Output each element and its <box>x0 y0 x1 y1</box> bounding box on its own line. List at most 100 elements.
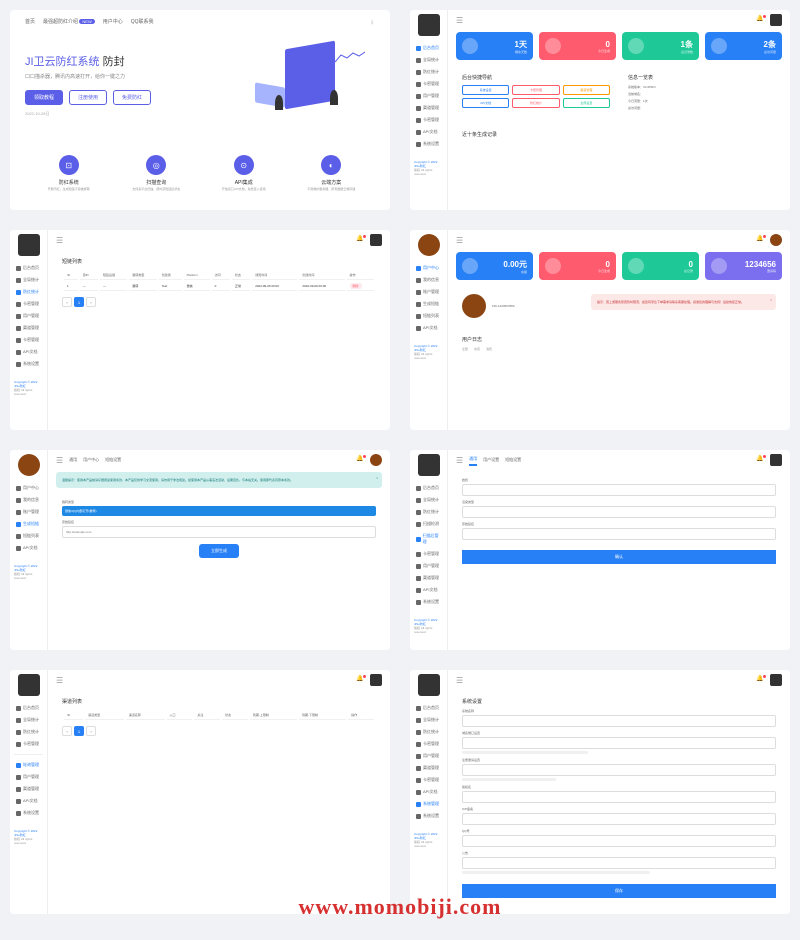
sidebar-item[interactable]: 生成短链 <box>14 518 43 530</box>
sidebar-item[interactable]: 卡密管理 <box>414 548 443 560</box>
table-row[interactable]: 1——跳转Test微信0正常2022-09-09 00:002022-09-09… <box>64 282 374 291</box>
sidebar-item[interactable]: 用户管理 <box>414 560 443 572</box>
btn-tutorial[interactable]: 领取教程 <box>25 90 63 105</box>
sidebar-item[interactable]: 用户管理 <box>14 310 43 322</box>
form-input[interactable] <box>462 506 776 518</box>
sidebar-item[interactable]: 系统设置 <box>414 810 443 822</box>
top-avatar[interactable] <box>770 234 782 246</box>
sidebar-item[interactable]: 卡密管理 <box>414 114 443 126</box>
submit-button[interactable]: 立即生成 <box>199 544 239 558</box>
close-icon[interactable]: × <box>770 298 772 302</box>
sidebar-item[interactable]: 用户中心 <box>414 262 443 274</box>
sidebar-item[interactable]: 全局统计 <box>14 274 43 286</box>
btn-free[interactable]: 免费防红 <box>113 90 151 105</box>
avatar[interactable] <box>418 234 440 256</box>
submit-button[interactable]: 确认 <box>462 550 776 564</box>
sidebar-item[interactable]: 渠道管理 <box>14 322 43 334</box>
sidebar-item[interactable]: 系统设置 <box>14 358 43 370</box>
form-input[interactable] <box>462 835 776 847</box>
sidebar-item[interactable]: 系统设置 <box>414 596 443 608</box>
sidebar-item[interactable]: 我的信息 <box>414 274 443 286</box>
sidebar-item[interactable]: 渠道管理 <box>14 783 43 795</box>
page-num[interactable]: 1 <box>74 726 84 736</box>
sidebar-item[interactable]: 渠道管理 <box>414 762 443 774</box>
sidebar-item[interactable]: 用户管理 <box>414 90 443 102</box>
avatar[interactable] <box>18 674 40 696</box>
hamburger-icon[interactable]: ☰ <box>56 236 63 245</box>
sidebar-item[interactable]: 渠道管理 <box>414 572 443 584</box>
bell-icon[interactable]: 🔔 <box>356 235 366 245</box>
sidebar-item[interactable]: 系统设置 <box>414 138 443 150</box>
btn-register[interactable]: 注册使用 <box>69 90 107 105</box>
sidebar-item[interactable]: 卡密管理 <box>14 738 43 750</box>
form-input[interactable] <box>462 764 776 776</box>
sidebar-item[interactable]: 卡密管理 <box>414 78 443 90</box>
quick-link[interactable]: 全局设置 <box>563 98 610 108</box>
form-input[interactable] <box>462 715 776 727</box>
sidebar-item[interactable]: 用户中心 <box>14 482 43 494</box>
avatar[interactable] <box>418 674 440 696</box>
delete-btn[interactable]: 删除 <box>350 283 362 289</box>
bell-icon[interactable]: 🔔 <box>756 15 766 25</box>
nav-item[interactable]: QQ联系我 <box>131 18 154 27</box>
submit-button[interactable]: 保存 <box>462 884 776 898</box>
top-avatar[interactable] <box>370 234 382 246</box>
top-avatar[interactable] <box>370 674 382 686</box>
form-input[interactable] <box>462 484 776 496</box>
sidebar-item[interactable]: 全局统计 <box>414 494 443 506</box>
sidebar-item[interactable]: 系统设置 <box>14 807 43 819</box>
form-input[interactable] <box>462 857 776 869</box>
top-avatar[interactable] <box>770 454 782 466</box>
bell-icon[interactable]: 🔔 <box>356 455 366 465</box>
page-num[interactable]: 1 <box>74 297 84 307</box>
sidebar-item[interactable]: 后台首页 <box>14 262 43 274</box>
page-prev[interactable]: ‹ <box>62 297 72 307</box>
sidebar-item[interactable]: API文档 <box>414 126 443 138</box>
sidebar-item[interactable]: API文档 <box>14 795 43 807</box>
top-avatar[interactable] <box>770 674 782 686</box>
sidebar-item[interactable]: 账户管理 <box>414 286 443 298</box>
nav-item[interactable]: 首页 <box>25 18 35 27</box>
sidebar-item[interactable]: API文档 <box>414 584 443 596</box>
page-next[interactable]: › <box>86 297 96 307</box>
bell-icon[interactable]: 🔔 <box>756 235 766 245</box>
hamburger-icon[interactable]: ☰ <box>456 676 463 685</box>
sidebar-item[interactable]: 后台首页 <box>14 702 43 714</box>
sidebar-item[interactable]: 全局统计 <box>14 714 43 726</box>
sidebar-item[interactable]: 我的信息 <box>14 494 43 506</box>
sidebar-item[interactable]: 全局统计 <box>414 714 443 726</box>
quick-link[interactable]: API文档 <box>462 98 509 108</box>
avatar[interactable] <box>18 454 40 476</box>
hamburger-icon[interactable]: ☰ <box>56 456 63 465</box>
sidebar-item[interactable]: API文档 <box>14 542 43 554</box>
sidebar-item[interactable]: 全局统计 <box>414 54 443 66</box>
sidebar-item[interactable]: 渠道管理 <box>414 102 443 114</box>
sidebar-item[interactable]: 扫描后管理 <box>414 530 443 548</box>
sidebar-item[interactable]: 用户管理 <box>14 771 43 783</box>
bell-icon[interactable]: 🔔 <box>756 675 766 685</box>
sidebar-item[interactable]: 后台首页 <box>414 702 443 714</box>
form-input[interactable] <box>462 528 776 540</box>
sidebar-item[interactable]: 扫描检测 <box>414 518 443 530</box>
sidebar-item[interactable]: 账户管理 <box>14 506 43 518</box>
close-icon[interactable]: × <box>376 476 378 480</box>
sidebar-item[interactable]: 系统管理 <box>414 798 443 810</box>
sidebar-item[interactable]: 后台首页 <box>414 42 443 54</box>
url-input[interactable] <box>62 526 376 538</box>
quick-link[interactable]: 系统设置 <box>462 85 509 95</box>
avatar[interactable] <box>418 14 440 36</box>
sidebar-item[interactable]: 防红统计 <box>14 286 43 298</box>
hamburger-icon[interactable]: ☰ <box>456 456 463 465</box>
form-input[interactable] <box>462 791 776 803</box>
bell-icon[interactable]: 🔔 <box>756 455 766 465</box>
top-avatar[interactable] <box>370 454 382 466</box>
bell-icon[interactable]: 🔔 <box>356 675 366 685</box>
sidebar-item[interactable]: API文档 <box>414 786 443 798</box>
hamburger-icon[interactable]: ☰ <box>456 236 463 245</box>
type-select[interactable]: 微信/QQ内部打开(推荐) <box>62 506 376 516</box>
avatar[interactable] <box>418 454 440 476</box>
form-input[interactable] <box>462 737 776 749</box>
sidebar-item[interactable]: 用户管理 <box>414 750 443 762</box>
sidebar-item[interactable]: API文档 <box>14 346 43 358</box>
nav-item[interactable]: 最强超防红介绍 NEW <box>43 18 95 27</box>
